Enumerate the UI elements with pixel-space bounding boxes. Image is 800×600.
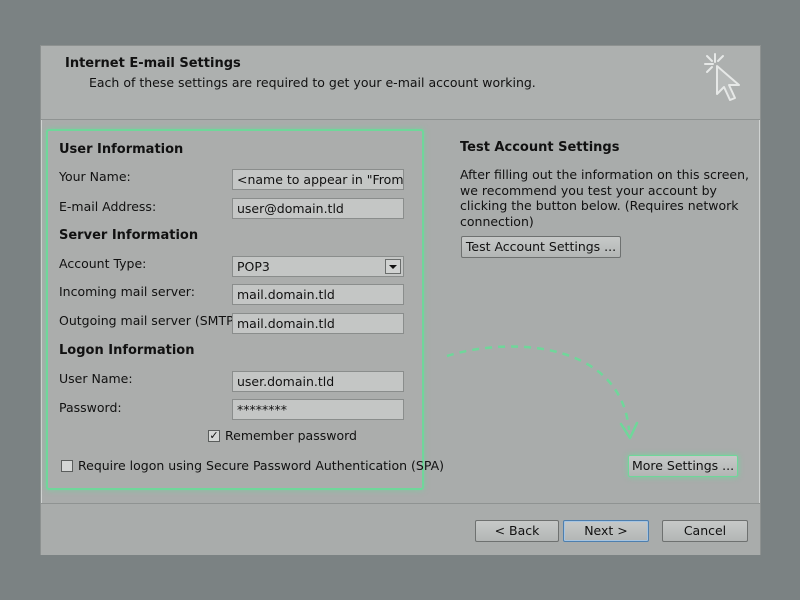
- remember-password-checkbox[interactable]: ✓: [208, 430, 220, 442]
- server-information-title: Server Information: [59, 228, 199, 243]
- header-subtitle: Each of these settings are required to g…: [89, 75, 536, 90]
- dashed-arrow-icon: [446, 345, 639, 440]
- account-type-label: Account Type:: [59, 256, 147, 271]
- test-account-title: Test Account Settings: [460, 140, 620, 155]
- test-account-description: After filling out the information on thi…: [460, 167, 750, 229]
- chevron-down-icon[interactable]: [385, 259, 401, 274]
- your-name-label: Your Name:: [59, 169, 131, 184]
- incoming-server-input[interactable]: [232, 284, 404, 305]
- password-input[interactable]: [232, 399, 404, 420]
- remember-password-label: Remember password: [225, 428, 357, 443]
- account-type-value: POP3: [237, 259, 270, 274]
- password-label: Password:: [59, 400, 122, 415]
- user-name-label: User Name:: [59, 371, 133, 386]
- account-type-select[interactable]: POP3: [232, 256, 404, 277]
- email-settings-dialog: Internet E-mail Settings Each of these s…: [40, 45, 761, 555]
- outgoing-server-input[interactable]: [232, 313, 404, 334]
- logon-information-title: Logon Information: [59, 343, 195, 358]
- user-information-title: User Information: [59, 142, 184, 157]
- header-title: Internet E-mail Settings: [65, 56, 241, 71]
- account-settings-panel: User Information Your Name: E-mail Addre…: [46, 129, 444, 490]
- cancel-button[interactable]: Cancel: [662, 520, 748, 542]
- outgoing-server-label: Outgoing mail server (SMTP):: [59, 313, 243, 328]
- next-button[interactable]: Next >: [563, 520, 649, 542]
- test-account-settings-button[interactable]: Test Account Settings ...: [461, 236, 621, 258]
- spa-checkbox[interactable]: [61, 460, 73, 472]
- more-settings-button[interactable]: More Settings ...: [628, 455, 738, 477]
- user-name-input[interactable]: [232, 371, 404, 392]
- back-button[interactable]: < Back: [475, 520, 559, 542]
- email-address-input[interactable]: [232, 198, 404, 219]
- cursor-click-icon: [704, 53, 740, 101]
- dialog-footer: < Back Next > Cancel: [41, 503, 760, 555]
- email-address-label: E-mail Address:: [59, 199, 157, 214]
- spa-label: Require logon using Secure Password Auth…: [78, 458, 445, 473]
- your-name-input[interactable]: [232, 169, 404, 190]
- incoming-server-label: Incoming mail server:: [59, 284, 195, 299]
- dialog-header: Internet E-mail Settings Each of these s…: [41, 46, 760, 120]
